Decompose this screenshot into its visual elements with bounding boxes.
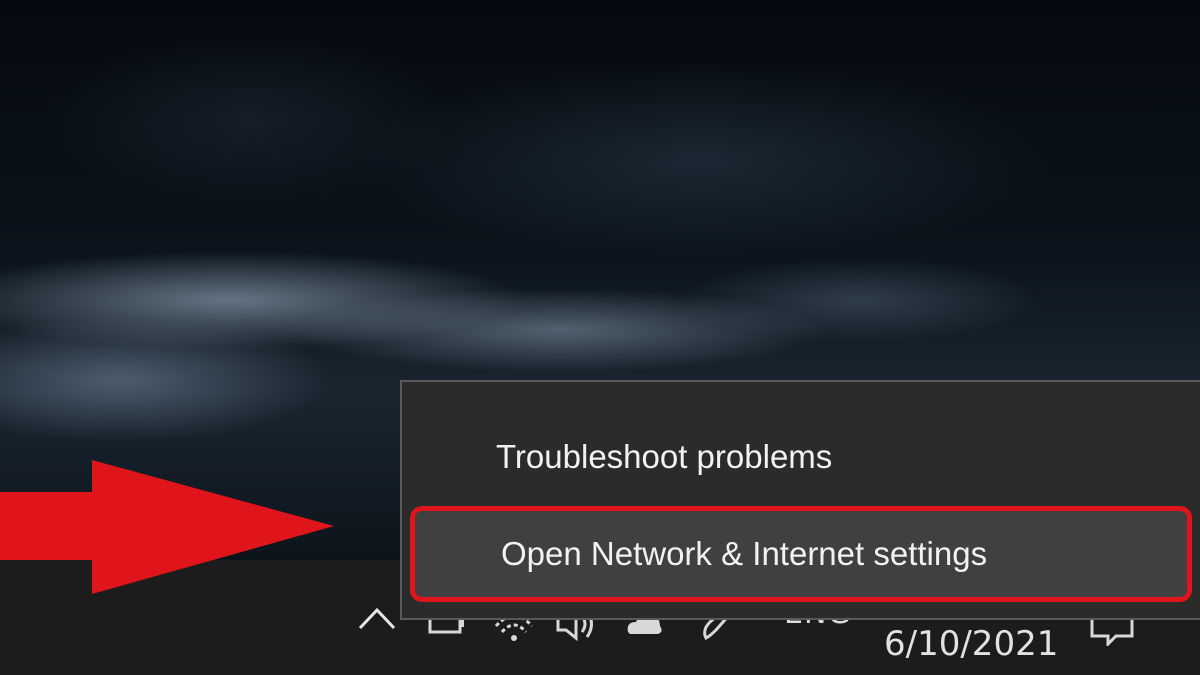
menu-item-open-network-settings[interactable]: Open Network & Internet settings	[410, 506, 1192, 602]
arrow-right-icon	[0, 456, 336, 600]
menu-item-label: Troubleshoot problems	[496, 438, 833, 475]
menu-item-label: Open Network & Internet settings	[501, 535, 988, 572]
network-context-menu: Troubleshoot problems Open Network & Int…	[400, 380, 1200, 620]
chevron-up-icon[interactable]	[356, 600, 398, 636]
menu-item-troubleshoot[interactable]: Troubleshoot problems	[402, 424, 1200, 490]
clock-date[interactable]: 6/10/2021	[884, 624, 1058, 664]
